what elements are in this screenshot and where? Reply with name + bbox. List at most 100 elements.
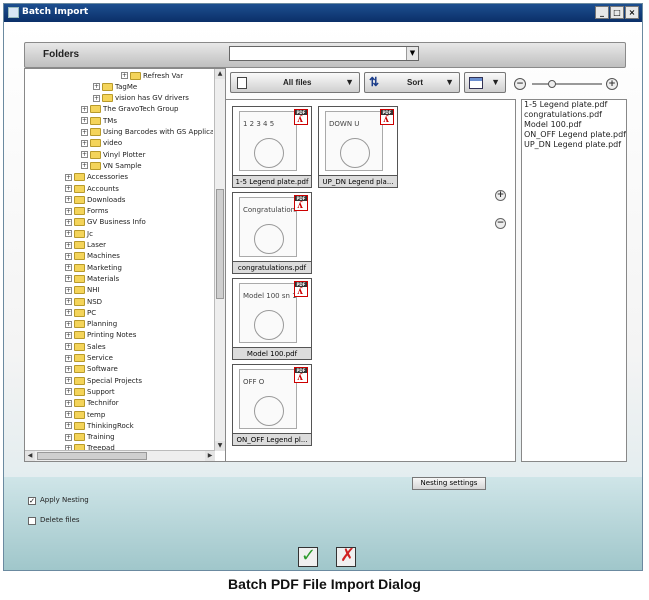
tree-item[interactable]: + vision has GV drivers (93, 93, 189, 104)
expand-icon[interactable]: + (65, 399, 72, 407)
zoom-out-icon[interactable]: − (514, 78, 526, 90)
tree-hscroll-thumb[interactable] (37, 452, 147, 460)
expand-icon[interactable]: + (65, 331, 72, 339)
tree-vertical-scrollbar[interactable]: ▲ ▼ (214, 69, 225, 451)
expand-icon[interactable]: + (65, 365, 72, 373)
tree-item[interactable]: + The GravoTech Group (81, 104, 178, 115)
sort-dropdown[interactable]: ⇅ Sort ▼ (364, 72, 460, 93)
expand-icon[interactable]: + (65, 309, 72, 317)
expand-icon[interactable]: + (65, 196, 72, 204)
tree-item[interactable]: + TMs (81, 115, 117, 126)
expand-icon[interactable]: + (65, 388, 72, 396)
thumbnail-image[interactable]: OFF O PDF ʎ (232, 364, 312, 434)
minimize-button[interactable]: _ (595, 6, 609, 19)
pdf-thumbnail[interactable]: Model 100 sn 1234PDFʎModel 100.pdf (232, 278, 312, 362)
file-list-item[interactable]: ON_OFF Legend plate.pdf (522, 130, 626, 140)
cancel-button[interactable]: ✗ (336, 545, 356, 567)
selected-files-list[interactable]: 1-5 Legend plate.pdf congratulations.pdf M… (521, 99, 627, 462)
tree-item[interactable]: + temp (65, 409, 105, 420)
tree-item[interactable]: + Software (65, 364, 118, 375)
expand-icon[interactable]: + (81, 139, 88, 147)
add-file-button[interactable]: + (495, 190, 506, 201)
expand-icon[interactable]: + (81, 117, 88, 125)
expand-icon[interactable]: + (81, 162, 88, 170)
expand-icon[interactable]: + (65, 320, 72, 328)
expand-icon[interactable]: + (65, 264, 72, 272)
tree-item[interactable]: + Using Barcodes with GS Applica (81, 127, 213, 138)
file-list-item[interactable]: Model 100.pdf (522, 120, 626, 130)
tree-item[interactable]: + NHI (65, 285, 100, 296)
tree-item[interactable]: + GV Business Info (65, 217, 146, 228)
scroll-down-arrow-icon[interactable]: ▼ (215, 441, 225, 451)
expand-icon[interactable]: + (93, 83, 100, 91)
apply-nesting-checkbox[interactable]: ✓ (28, 497, 36, 505)
expand-icon[interactable]: + (65, 354, 72, 362)
tree-item[interactable]: + TagMe (93, 81, 137, 92)
tree-item[interactable]: + Service (65, 353, 113, 364)
tree-item[interactable]: + ThinkingRock (65, 420, 134, 431)
tree-item[interactable]: + Forms (65, 206, 108, 217)
tree-item[interactable]: + Training (65, 432, 115, 443)
tree-horizontal-scrollbar[interactable]: ◀ ▶ (25, 450, 215, 461)
tree-item[interactable]: + NSD (65, 296, 102, 307)
tree-item[interactable]: + Accounts (65, 183, 119, 194)
expand-icon[interactable]: + (65, 377, 72, 385)
tree-item[interactable]: + Accessories (65, 172, 128, 183)
file-filter-dropdown[interactable]: All files ▼ (230, 72, 360, 93)
tree-item[interactable]: + Planning (65, 319, 117, 330)
expand-icon[interactable]: + (65, 207, 72, 215)
delete-files-checkbox[interactable] (28, 517, 36, 525)
tree-item[interactable]: + Marketing (65, 262, 122, 273)
tree-item[interactable]: + VN Sample (81, 160, 142, 171)
zoom-slider-track[interactable] (532, 83, 602, 85)
thumbnail-image[interactable]: Model 100 sn 1234PDFʎ (232, 278, 312, 348)
thumbnail-panel[interactable]: 1 2 3 4 5 PDF ʎ 1-5 Legend plate.pdf DOWN U P… (225, 99, 516, 462)
tree-item[interactable]: + Laser (65, 240, 106, 251)
tree-item[interactable]: + Refresh Var (121, 70, 183, 81)
pdf-thumbnail[interactable]: DOWN U PDF ʎ UP_DN Legend pla... (318, 106, 398, 190)
expand-icon[interactable]: + (65, 275, 72, 283)
expand-icon[interactable]: + (65, 252, 72, 260)
expand-icon[interactable]: + (81, 151, 88, 159)
pdf-thumbnail[interactable]: 1 2 3 4 5 PDF ʎ 1-5 Legend plate.pdf (232, 106, 312, 190)
tree-item[interactable]: + Printing Notes (65, 330, 136, 341)
expand-icon[interactable]: + (65, 241, 72, 249)
chevron-down-icon[interactable]: ▼ (406, 47, 418, 60)
tree-item[interactable]: + Machines (65, 251, 120, 262)
file-list-item[interactable]: congratulations.pdf (522, 110, 626, 120)
view-mode-dropdown[interactable]: ▼ (464, 72, 506, 93)
scroll-up-arrow-icon[interactable]: ▲ (215, 69, 225, 79)
tree-item[interactable]: + Technifor (65, 398, 119, 409)
expand-icon[interactable]: + (65, 286, 72, 294)
tree-item[interactable]: + Support (65, 386, 115, 397)
expand-icon[interactable]: + (65, 230, 72, 238)
expand-icon[interactable]: + (65, 343, 72, 351)
file-list-item[interactable]: UP_DN Legend plate.pdf (522, 140, 626, 150)
expand-icon[interactable]: + (65, 422, 72, 430)
folder-tree[interactable]: + Refresh Var + TagMe + vision has GV drivers… (24, 68, 226, 462)
tree-item[interactable]: + Downloads (65, 194, 125, 205)
close-button[interactable]: × (625, 6, 639, 19)
tree-item[interactable]: + PC (65, 307, 96, 318)
tree-item[interactable]: + Jc (65, 228, 93, 239)
pdf-thumbnail[interactable]: OFF O PDF ʎ ON_OFF Legend pl... (232, 364, 312, 448)
pdf-thumbnail[interactable]: Congratulations 2010PDFʎcongratulations.… (232, 192, 312, 276)
expand-icon[interactable]: + (65, 185, 72, 192)
expand-icon[interactable]: + (65, 411, 72, 418)
expand-icon[interactable]: + (65, 173, 72, 181)
expand-icon[interactable]: + (81, 105, 88, 113)
zoom-slider-knob[interactable] (547, 80, 556, 88)
zoom-in-icon[interactable]: + (606, 78, 618, 90)
expand-icon[interactable]: + (93, 94, 100, 102)
remove-file-button[interactable]: − (495, 218, 506, 229)
file-list-item[interactable]: 1-5 Legend plate.pdf (522, 100, 626, 110)
thumbnail-image[interactable]: 1 2 3 4 5 PDF ʎ (232, 106, 312, 176)
thumbnail-image[interactable]: Congratulations 2010PDFʎ (232, 192, 312, 262)
title-bar[interactable]: Batch Import _ □ × (4, 4, 642, 22)
maximize-button[interactable]: □ (610, 6, 624, 19)
scroll-left-arrow-icon[interactable]: ◀ (25, 451, 35, 461)
expand-icon[interactable]: + (65, 433, 72, 441)
tree-scroll-thumb[interactable] (216, 189, 224, 299)
tree-item[interactable]: + Vinyl Plotter (81, 149, 145, 160)
expand-icon[interactable]: + (65, 218, 72, 226)
